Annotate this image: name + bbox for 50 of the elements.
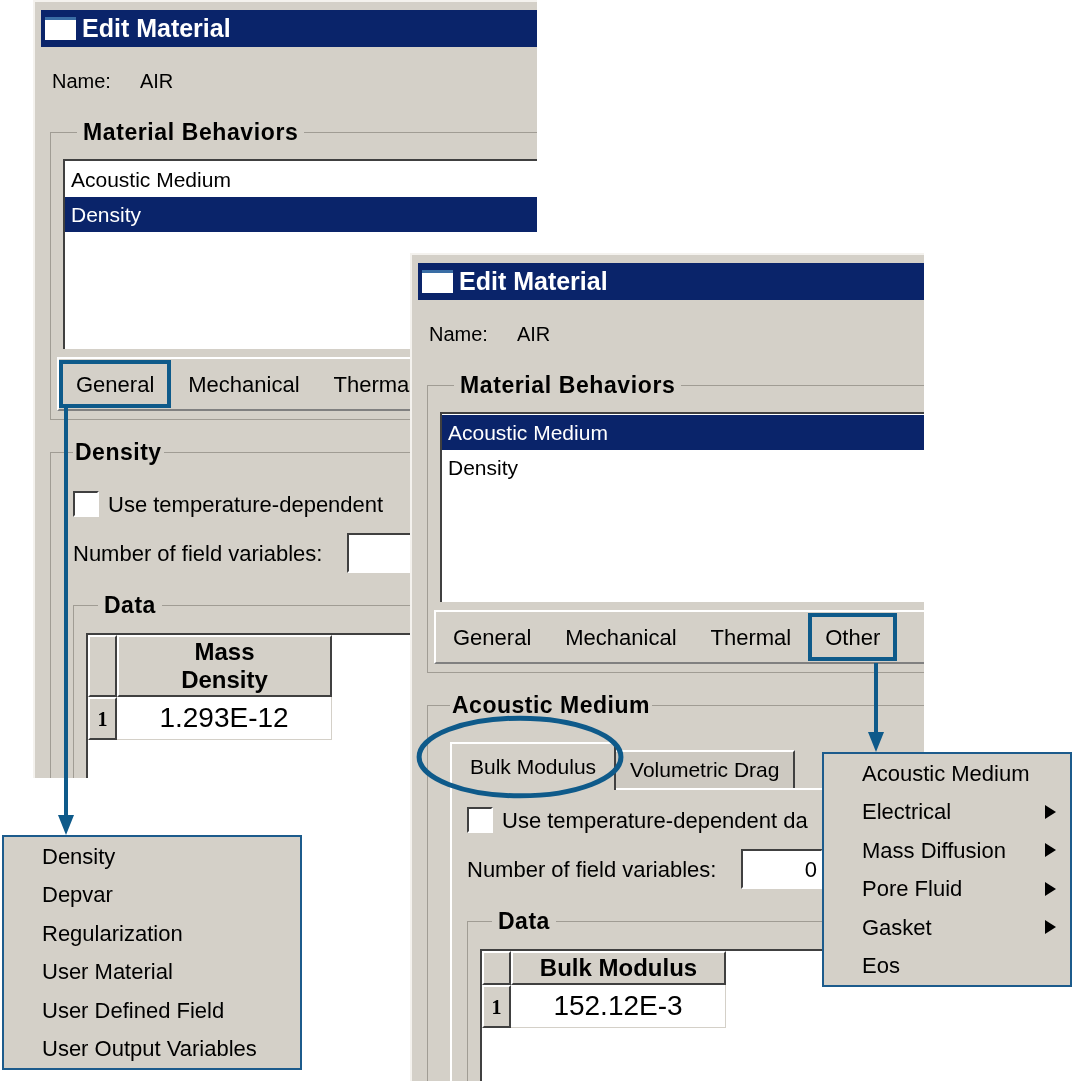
menu-item[interactable]: Pore Fluid <box>824 869 1070 908</box>
menu-button[interactable]: Mechanical <box>171 360 317 408</box>
menu-item[interactable]: Eos <box>824 946 1070 985</box>
window-icon <box>422 270 453 293</box>
window-title: Edit Material <box>82 12 231 44</box>
menu-button[interactable]: Mechanical <box>548 613 694 661</box>
menu-button[interactable]: Other <box>808 613 898 661</box>
field-label: Number of field variables: <box>467 855 718 884</box>
input-field[interactable]: 0 <box>741 849 823 889</box>
group-title: Data <box>497 907 551 935</box>
checkbox-label: Use temperature-dependent <box>108 490 384 519</box>
field-label: Number of field variables: <box>73 539 324 568</box>
menu-item[interactable]: Mass Diffusion <box>824 831 1070 870</box>
checkbox-label: Use temperature-dependent da <box>502 806 808 835</box>
name-label: Name: <box>429 322 488 347</box>
menu-button[interactable]: General <box>59 360 172 408</box>
group-title: Density <box>74 438 163 466</box>
name-value: AIR <box>139 69 174 94</box>
name-value: AIR <box>516 322 551 347</box>
group-title: Material Behaviors <box>82 118 300 146</box>
table-cell: 1.293E-12 <box>117 697 332 740</box>
table-cell: 152.12E-3 <box>511 985 726 1028</box>
column-header: Bulk Modulus <box>511 951 726 985</box>
row-header: 1 <box>88 697 117 740</box>
menu-item[interactable]: Gasket <box>824 908 1070 947</box>
group-title: Data <box>103 591 157 619</box>
menu-item[interactable]: Electrical <box>824 792 1070 831</box>
checkbox[interactable] <box>467 807 493 833</box>
menu-button[interactable]: General <box>436 613 549 661</box>
window-icon <box>45 17 76 40</box>
menu-item[interactable]: User Defined Field <box>4 991 300 1030</box>
name-label: Name: <box>52 69 111 94</box>
tab[interactable]: Volumetric Drag <box>616 750 796 788</box>
window-title: Edit Material <box>459 265 608 297</box>
menu-item[interactable]: Acoustic Medium <box>824 754 1070 793</box>
column-header: Mass Density <box>117 635 332 697</box>
row-header: 1 <box>482 985 511 1028</box>
checkbox[interactable] <box>73 491 99 517</box>
group-title: Material Behaviors <box>459 371 677 399</box>
menu-item[interactable]: Density <box>4 837 300 876</box>
menu-button[interactable]: Therma <box>316 360 427 408</box>
list-item[interactable]: Density <box>65 197 537 232</box>
menu-button[interactable]: Thermal <box>693 613 809 661</box>
menu-item[interactable]: Depvar <box>4 875 300 914</box>
list-item[interactable]: Acoustic Medium <box>442 415 924 450</box>
menu-item[interactable]: Regularization <box>4 914 300 953</box>
group-title: Acoustic Medium <box>451 691 651 719</box>
menu-item[interactable]: User Output Variables <box>4 1029 300 1068</box>
menu-item[interactable]: User Material <box>4 952 300 991</box>
tab[interactable]: Bulk Modulus <box>450 742 617 790</box>
